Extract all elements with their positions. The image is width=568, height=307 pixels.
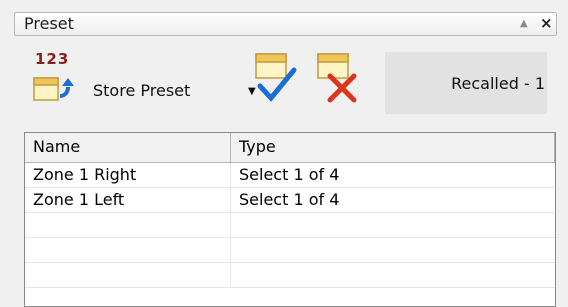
- store-number: 123: [35, 50, 70, 68]
- panel-title: Preset: [24, 14, 74, 33]
- panel-header: Preset ▲ ×: [14, 12, 557, 36]
- recall-check-icon: [255, 53, 297, 102]
- cell-type: Select 1 of 4: [239, 190, 340, 209]
- table-header: Name Type: [25, 133, 555, 163]
- delete-x-icon: [317, 53, 357, 103]
- store-preset-label: Store Preset: [93, 81, 191, 100]
- recall-preset-button[interactable]: [254, 52, 298, 106]
- column-header-name[interactable]: Name: [25, 133, 231, 162]
- preset-table: Name Type Zone 1 Right Select 1 of 4 Zon…: [24, 132, 556, 307]
- store-preset-button[interactable]: 123 Store Preset ▼: [32, 50, 257, 110]
- recalled-label: Recalled - 1: [451, 74, 545, 93]
- cell-name: [25, 238, 231, 262]
- cell-type: [231, 238, 555, 262]
- store-icon: [32, 72, 82, 112]
- cell-name: [25, 263, 231, 287]
- table-row[interactable]: Zone 1 Left Select 1 of 4: [25, 188, 555, 213]
- table-row[interactable]: [25, 263, 555, 288]
- cell-name: Zone 1 Right: [25, 163, 231, 187]
- table-row[interactable]: [25, 213, 555, 238]
- column-header-type[interactable]: Type: [231, 133, 555, 162]
- delete-preset-button[interactable]: [316, 52, 360, 106]
- toolbar: 123 Store Preset ▼ Recalled - 1: [14, 44, 557, 120]
- table-row[interactable]: [25, 238, 555, 263]
- close-icon[interactable]: ×: [540, 14, 553, 32]
- recalled-status: Recalled - 1: [385, 52, 547, 114]
- pin-icon[interactable]: ▲: [520, 18, 528, 29]
- cell-name: [25, 213, 231, 237]
- cell-name: Zone 1 Left: [25, 188, 231, 212]
- cell-type: Select 1 of 4: [239, 165, 340, 184]
- table-row[interactable]: Zone 1 Right Select 1 of 4: [25, 163, 555, 188]
- cell-type: [231, 263, 555, 287]
- cell-type: [231, 213, 555, 237]
